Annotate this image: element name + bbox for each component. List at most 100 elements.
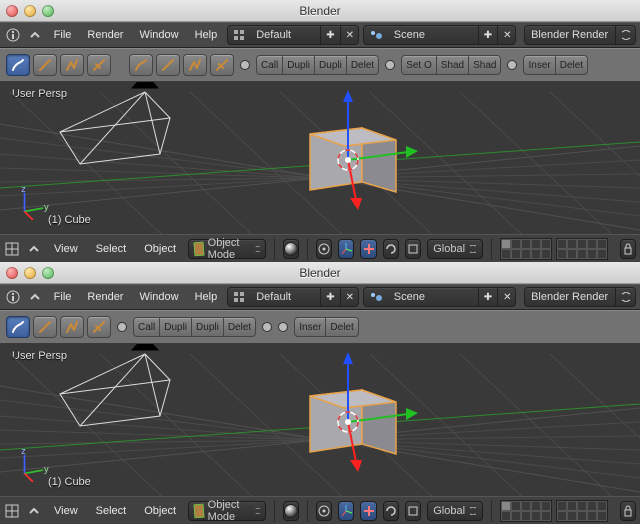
scene-browse-icon[interactable] (364, 288, 388, 306)
minimize-icon[interactable] (24, 5, 36, 17)
menu-help[interactable]: Help (189, 289, 224, 305)
gpencil-erase-button[interactable] (87, 316, 111, 338)
panel-dot-icon-3[interactable] (278, 322, 288, 332)
btn-call[interactable]: Call (133, 317, 160, 337)
collapse-icon[interactable] (26, 288, 44, 306)
menu-object[interactable]: Object (138, 241, 182, 257)
manip-rotate[interactable] (383, 239, 399, 259)
gpencil-b3-button[interactable] (183, 54, 207, 76)
layer-buttons[interactable] (500, 238, 608, 260)
manip-scale[interactable] (405, 239, 421, 259)
add-layout-icon[interactable]: ✚ (320, 26, 339, 44)
panel-dot-icon-3[interactable] (507, 60, 517, 70)
btn-delet1[interactable]: Delet (346, 55, 379, 75)
gpencil-b4-button[interactable] (210, 54, 234, 76)
add-scene-icon[interactable]: ✚ (478, 288, 497, 306)
layer-buttons[interactable] (500, 500, 608, 522)
menu-render[interactable]: Render (81, 27, 129, 43)
menu-window[interactable]: Window (133, 289, 184, 305)
close-icon[interactable] (6, 5, 18, 17)
close-icon[interactable] (6, 267, 18, 279)
collapse-icon[interactable] (26, 26, 44, 44)
render-engine-input[interactable] (525, 288, 615, 306)
btn-delet2[interactable]: Delet (555, 55, 588, 75)
screen-layout-input[interactable] (250, 26, 320, 44)
lock-camera-icon[interactable] (620, 239, 636, 259)
btn-dupli1[interactable]: Dupli (159, 317, 192, 337)
render-engine-input[interactable] (525, 26, 615, 44)
panel-dot-icon[interactable] (240, 60, 250, 70)
editor-type-3d-icon[interactable] (4, 502, 20, 520)
screen-layout-browse-icon[interactable] (228, 288, 250, 306)
screen-layout-input[interactable] (250, 288, 320, 306)
pivot-selector[interactable] (316, 239, 332, 259)
delete-layout-icon[interactable]: ✕ (340, 26, 359, 44)
manip-scale[interactable] (405, 501, 421, 521)
gpencil-draw-button[interactable] (6, 54, 30, 76)
manip-translate[interactable] (360, 239, 376, 259)
menu-window[interactable]: Window (133, 27, 184, 43)
menu-select[interactable]: Select (90, 241, 133, 257)
gpencil-b2-button[interactable] (156, 54, 180, 76)
menu-view[interactable]: View (48, 241, 84, 257)
delete-layout-icon[interactable]: ✕ (340, 288, 359, 306)
menu-render[interactable]: Render (81, 289, 129, 305)
editor-type-info-icon[interactable] (4, 26, 22, 44)
add-scene-icon[interactable]: ✚ (478, 26, 497, 44)
gpencil-erase-button[interactable] (87, 54, 111, 76)
collapse-3d-icon[interactable] (26, 502, 42, 520)
mode-selector[interactable]: Object Mode (188, 501, 266, 521)
orientation-selector[interactable]: Global (427, 239, 483, 259)
menu-select[interactable]: Select (90, 503, 133, 519)
pivot-selector[interactable] (316, 501, 332, 521)
btn-shad1[interactable]: Shad (436, 55, 469, 75)
shading-selector[interactable] (283, 501, 299, 521)
menu-help[interactable]: Help (189, 27, 224, 43)
viewport-3d[interactable]: User Persp (0, 344, 640, 496)
manip-translate[interactable] (360, 501, 376, 521)
menu-file[interactable]: File (48, 27, 78, 43)
lock-camera-icon[interactable] (620, 501, 636, 521)
gpencil-line-button[interactable] (33, 54, 57, 76)
render-engine-dropdown-icon[interactable] (615, 26, 636, 44)
scene-input[interactable] (388, 26, 478, 44)
btn-dupli2[interactable]: Dupli (191, 317, 224, 337)
gpencil-draw-button[interactable] (6, 316, 30, 338)
btn-seto[interactable]: Set O (401, 55, 437, 75)
btn-call[interactable]: Call (256, 55, 283, 75)
btn-delet2[interactable]: Delet (325, 317, 358, 337)
mode-selector[interactable]: Object Mode (188, 239, 266, 259)
btn-delet1[interactable]: Delet (223, 317, 256, 337)
delete-scene-icon[interactable]: ✕ (497, 288, 516, 306)
menu-object[interactable]: Object (138, 503, 182, 519)
minimize-icon[interactable] (24, 267, 36, 279)
menu-view[interactable]: View (48, 503, 84, 519)
btn-shad2[interactable]: Shad (468, 55, 501, 75)
viewport-3d[interactable]: User Persp (0, 82, 640, 234)
panel-dot-icon[interactable] (117, 322, 127, 332)
manip-rotate[interactable] (383, 501, 399, 521)
screen-layout-browse-icon[interactable] (228, 26, 250, 44)
scene-browse-icon[interactable] (364, 26, 388, 44)
btn-dupli1[interactable]: Dupli (282, 55, 315, 75)
btn-inser[interactable]: Inser (523, 55, 555, 75)
btn-inser[interactable]: Inser (294, 317, 326, 337)
orientation-selector[interactable]: Global (427, 501, 483, 521)
add-layout-icon[interactable]: ✚ (320, 288, 339, 306)
gpencil-line-button[interactable] (33, 316, 57, 338)
render-engine-dropdown-icon[interactable] (615, 288, 636, 306)
panel-dot-icon-2[interactable] (385, 60, 395, 70)
scene-input[interactable] (388, 288, 478, 306)
shading-selector[interactable] (283, 239, 299, 259)
menu-file[interactable]: File (48, 289, 78, 305)
zoom-icon[interactable] (42, 267, 54, 279)
panel-dot-icon-2[interactable] (262, 322, 272, 332)
delete-scene-icon[interactable]: ✕ (497, 26, 516, 44)
editor-type-3d-icon[interactable] (4, 240, 20, 258)
gpencil-poly-button[interactable] (60, 54, 84, 76)
btn-dupli2[interactable]: Dupli (314, 55, 347, 75)
gpencil-b1-button[interactable] (129, 54, 153, 76)
editor-type-info-icon[interactable] (4, 288, 22, 306)
gpencil-poly-button[interactable] (60, 316, 84, 338)
manipulator-toggle[interactable] (338, 501, 354, 521)
